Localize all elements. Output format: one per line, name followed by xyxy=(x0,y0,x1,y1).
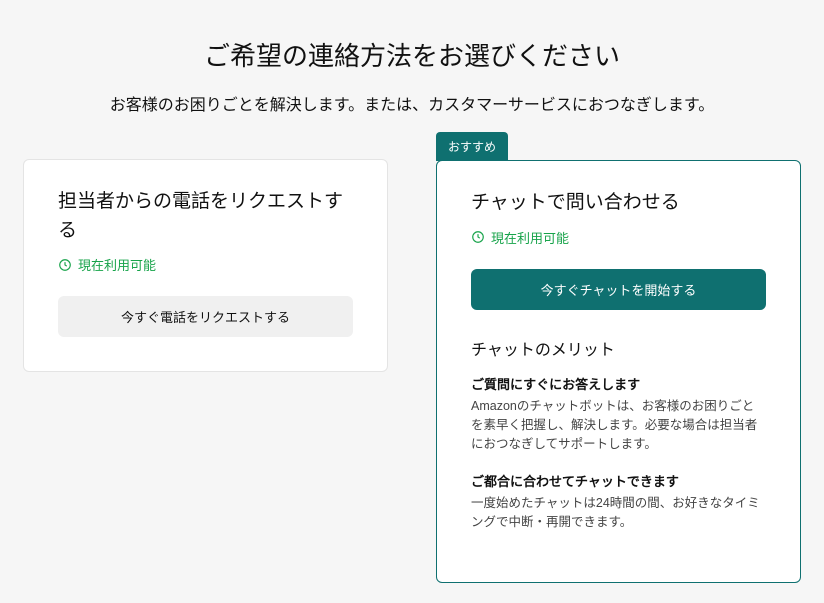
benefit-heading: ご質問にすぐにお答えします xyxy=(471,374,766,393)
clock-icon xyxy=(471,230,485,244)
benefit-item: ご質問にすぐにお答えします Amazonのチャットボットは、お客様のお困りごとを… xyxy=(471,374,766,455)
phone-request-card: 担当者からの電話をリクエストする 現在利用可能 今すぐ電話をリクエストする xyxy=(23,159,388,372)
page-subtitle: お客様のお困りごとを解決します。または、カスタマーサービスにおつなぎします。 xyxy=(20,91,804,115)
benefit-text: Amazonのチャットボットは、お客様のお困りごとを素早く把握し、解決します。必… xyxy=(471,397,766,455)
benefit-heading: ご都合に合わせてチャットできます xyxy=(471,471,766,490)
chat-availability-text: 現在利用可能 xyxy=(491,228,569,247)
recommended-badge: おすすめ xyxy=(436,132,508,161)
phone-availability: 現在利用可能 xyxy=(58,255,353,274)
page-title: ご希望の連絡方法をお選びください xyxy=(20,36,804,73)
phone-availability-text: 現在利用可能 xyxy=(78,255,156,274)
clock-icon xyxy=(58,258,72,272)
contact-options: 担当者からの電話をリクエストする 現在利用可能 今すぐ電話をリクエストする おす… xyxy=(20,159,804,583)
chat-card: チャットで問い合わせる 現在利用可能 今すぐチャットを開始する チャットのメリッ… xyxy=(436,160,801,583)
chat-card-title: チャットで問い合わせる xyxy=(471,189,766,218)
benefit-text: 一度始めたチャットは24時間の間、お好きなタイミングで中断・再開できます。 xyxy=(471,494,766,533)
chat-card-container: おすすめ チャットで問い合わせる 現在利用可能 今すぐチャットを開始する チャッ… xyxy=(436,131,801,583)
benefits-title: チャットのメリット xyxy=(471,336,766,360)
request-phone-button[interactable]: 今すぐ電話をリクエストする xyxy=(58,296,353,337)
start-chat-button[interactable]: 今すぐチャットを開始する xyxy=(471,269,766,310)
chat-availability: 現在利用可能 xyxy=(471,228,766,247)
benefit-item: ご都合に合わせてチャットできます 一度始めたチャットは24時間の間、お好きなタイ… xyxy=(471,471,766,533)
phone-card-title: 担当者からの電話をリクエストする xyxy=(58,188,353,245)
